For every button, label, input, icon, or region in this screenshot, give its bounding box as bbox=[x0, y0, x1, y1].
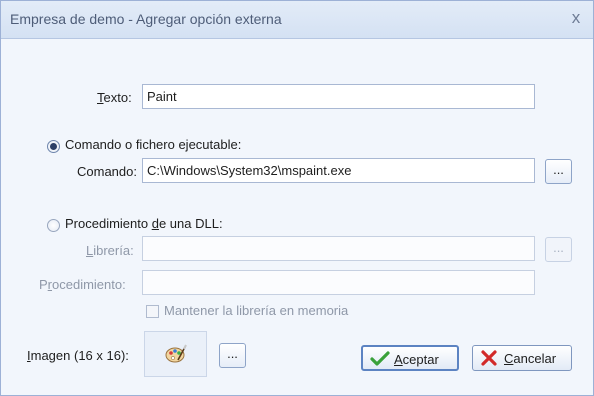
browse-libreria-button[interactable]: ... bbox=[545, 237, 572, 262]
procedimiento-label: Procedimiento: bbox=[39, 277, 126, 292]
texto-label: Texto: bbox=[97, 90, 132, 105]
imagen-label: Imagen (16 x 16): bbox=[27, 348, 129, 363]
dialog-content: Texto: Comando o fichero ejecutable: Com… bbox=[1, 39, 593, 395]
cancel-label: Cancelar bbox=[504, 351, 557, 366]
texto-input[interactable] bbox=[142, 84, 535, 109]
comando-radio[interactable] bbox=[47, 140, 60, 153]
libreria-label: Librería: bbox=[86, 243, 134, 258]
dialog-window: Empresa de demo - Agregar opción externa… bbox=[0, 0, 594, 396]
close-button[interactable]: x bbox=[567, 9, 585, 27]
image-preview-button[interactable] bbox=[144, 331, 207, 377]
comando-option-label[interactable]: Comando o fichero ejecutable: bbox=[65, 137, 241, 152]
browse-imagen-button[interactable]: ... bbox=[219, 343, 246, 368]
libreria-input[interactable] bbox=[142, 236, 535, 261]
cross-icon bbox=[481, 350, 497, 366]
title-bar[interactable]: Empresa de demo - Agregar opción externa… bbox=[1, 1, 593, 39]
cancel-button[interactable]: Cancelar bbox=[472, 345, 572, 371]
check-icon bbox=[370, 351, 390, 366]
procedimiento-input[interactable] bbox=[142, 270, 535, 295]
keep-in-memory-checkbox[interactable] bbox=[146, 305, 159, 318]
dll-radio[interactable] bbox=[47, 219, 60, 232]
paint-palette-icon bbox=[165, 344, 187, 363]
window-title: Empresa de demo - Agregar opción externa bbox=[10, 11, 282, 27]
dll-option-label[interactable]: Procedimiento de una DLL: bbox=[65, 216, 223, 231]
comando-input[interactable] bbox=[142, 158, 535, 183]
browse-comando-button[interactable]: ... bbox=[545, 159, 572, 184]
keep-in-memory-label[interactable]: Mantener la librería en memoria bbox=[164, 303, 348, 318]
accept-button[interactable]: Aceptar bbox=[361, 345, 459, 371]
accept-label: Aceptar bbox=[394, 352, 439, 367]
comando-field-label: Comando: bbox=[77, 164, 137, 179]
